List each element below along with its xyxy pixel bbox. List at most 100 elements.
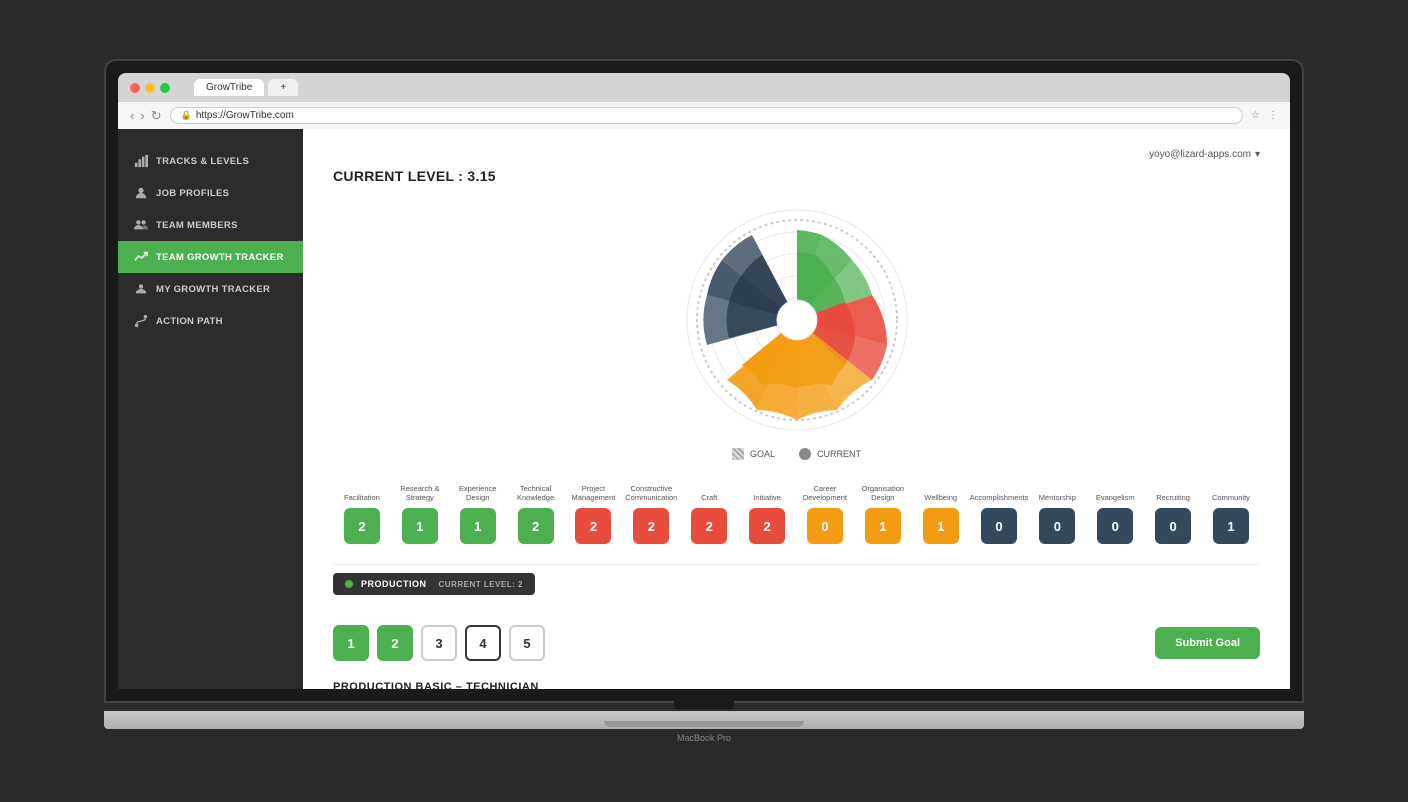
skill-badge[interactable]: 2 <box>633 508 669 544</box>
skill-badge[interactable]: 2 <box>518 508 554 544</box>
skills-section: Facilitation2Research & Strategy1Experie… <box>333 476 1260 544</box>
track-level-badge: CURRENT LEVEL: 2 <box>439 580 523 589</box>
content-section: PRODUCTION BASIC – TECHNICIAN Memahami c… <box>333 681 1260 689</box>
skill-label: Technical Knowledge <box>507 476 565 502</box>
skill-label: Community <box>1212 476 1250 502</box>
new-tab-button[interactable]: + <box>268 79 298 96</box>
skill-column: Research & Strategy 1 <box>391 476 449 544</box>
skill-badge[interactable]: 0 <box>1039 508 1075 544</box>
submit-goal-button[interactable]: Submit Goal <box>1155 627 1260 659</box>
skill-label: Recruiting <box>1156 476 1190 502</box>
skill-label: Organisation Design <box>854 476 912 502</box>
skill-badge[interactable]: 2 <box>749 508 785 544</box>
main-content: yoyo@lizard-apps.com ▾ CURRENT LEVEL : 3… <box>303 129 1290 689</box>
section-title: PRODUCTION BASIC – TECHNICIAN <box>333 681 1260 689</box>
level-button[interactable]: 2 <box>377 625 413 661</box>
skill-label: Experience Design <box>449 476 507 502</box>
reload-button[interactable]: ↻ <box>151 108 162 124</box>
level-button[interactable]: 5 <box>509 625 545 661</box>
page-title: CURRENT LEVEL : 3.15 <box>333 168 1260 184</box>
skill-label: Career Development <box>796 476 854 502</box>
skill-column: Craft 2 <box>680 476 738 544</box>
close-button[interactable] <box>130 83 140 93</box>
browser-content: TRACKS & LEVELS JOB PROFILES TEAM MEMBER… <box>118 129 1290 689</box>
skill-badge[interactable]: 0 <box>807 508 843 544</box>
legend-current: CURRENT <box>799 448 861 460</box>
current-dot <box>799 448 811 460</box>
skill-label: Mentorship <box>1039 476 1076 502</box>
skill-badge[interactable]: 0 <box>1155 508 1191 544</box>
minimize-button[interactable] <box>145 83 155 93</box>
level-button[interactable]: 1 <box>333 625 369 661</box>
skill-label: Project Management <box>565 476 623 502</box>
radar-svg <box>677 200 917 440</box>
tab-bar: GrowTribe + <box>194 79 1278 96</box>
skill-badge[interactable]: 1 <box>460 508 496 544</box>
browser-titlebar: GrowTribe + <box>118 73 1290 102</box>
skill-column: Accomplishments 0 <box>970 476 1029 544</box>
laptop-notch <box>674 701 734 709</box>
macbook-label: MacBook Pro <box>104 733 1304 743</box>
sidebar-item-my-growth-tracker[interactable]: MY GROWTH TRACKER <box>118 273 303 305</box>
sidebar-item-team-members[interactable]: TEAM MEMBERS <box>118 209 303 241</box>
level-buttons: 12345 Submit Goal <box>333 625 1260 661</box>
skill-column: Experience Design 1 <box>449 476 507 544</box>
lock-icon: 🔒 <box>181 110 192 121</box>
skill-badge[interactable]: 1 <box>402 508 438 544</box>
skill-label: Craft <box>701 476 717 502</box>
address-bar-row: ‹ › ↻ 🔒 https://GrowTribe.com ☆ ⋮ <box>118 102 1290 129</box>
maximize-button[interactable] <box>160 83 170 93</box>
sidebar-item-tracks-levels[interactable]: TRACKS & LEVELS <box>118 145 303 177</box>
sidebar-item-action-path[interactable]: ACTION PATH <box>118 305 303 337</box>
radar-chart <box>677 200 917 440</box>
skill-badge[interactable]: 0 <box>981 508 1017 544</box>
address-bar[interactable]: 🔒 https://GrowTribe.com <box>170 107 1243 124</box>
bookmark-icon[interactable]: ☆ <box>1251 110 1260 121</box>
chart-icon <box>134 154 148 168</box>
goal-dot <box>732 448 744 460</box>
level-button[interactable]: 4 <box>465 625 501 661</box>
back-button[interactable]: ‹ <box>130 108 134 124</box>
active-tab[interactable]: GrowTribe <box>194 79 264 96</box>
legend-goal: GOAL <box>732 448 775 460</box>
skill-column: Facilitation2 <box>333 476 391 544</box>
person-icon <box>134 186 148 200</box>
skill-column: Technical Knowledge 2 <box>507 476 565 544</box>
skill-label: Initiative <box>753 476 781 502</box>
level-button[interactable]: 3 <box>421 625 457 661</box>
skill-column: Project Management 2 <box>565 476 623 544</box>
legend: GOAL CURRENT <box>732 448 861 460</box>
sidebar-item-job-profiles[interactable]: JOB PROFILES <box>118 177 303 209</box>
skill-label: Accomplishments <box>970 476 1029 502</box>
skill-column: Community 1 <box>1202 476 1260 544</box>
gear-icon <box>134 282 148 296</box>
extensions-icon[interactable]: ⋮ <box>1268 110 1278 121</box>
skill-badge[interactable]: 1 <box>865 508 901 544</box>
sidebar: TRACKS & LEVELS JOB PROFILES TEAM MEMBER… <box>118 129 303 689</box>
skill-column: Recruiting 0 <box>1144 476 1202 544</box>
skill-badge[interactable]: 1 <box>1213 508 1249 544</box>
top-bar: yoyo@lizard-apps.com ▾ <box>333 149 1260 160</box>
skill-column: Organisation Design 1 <box>854 476 912 544</box>
divider <box>333 564 1260 565</box>
skill-label: Evangelism <box>1096 476 1135 502</box>
skill-badge[interactable]: 2 <box>691 508 727 544</box>
user-menu[interactable]: yoyo@lizard-apps.com ▾ <box>1149 149 1260 160</box>
trending-icon <box>134 250 148 264</box>
skill-label: Wellbeing <box>924 476 957 502</box>
chart-container: GOAL CURRENT <box>333 200 1260 460</box>
track-active-dot <box>345 580 353 588</box>
skill-badge[interactable]: 2 <box>575 508 611 544</box>
skill-column: Wellbeing 1 <box>912 476 970 544</box>
skill-column: Career Development 0 <box>796 476 854 544</box>
skill-column: Initiative 2 <box>738 476 796 544</box>
track-selector[interactable]: PRODUCTION CURRENT LEVEL: 2 <box>333 573 535 595</box>
forward-button[interactable]: › <box>140 108 144 124</box>
skill-badge[interactable]: 2 <box>344 508 380 544</box>
skill-badge[interactable]: 1 <box>923 508 959 544</box>
skill-label: Research & Strategy <box>391 476 449 502</box>
sidebar-item-team-growth-tracker[interactable]: TEAM GROWTH TRACKER <box>118 241 303 273</box>
skill-badge[interactable]: 0 <box>1097 508 1133 544</box>
skill-column: Constructive Communication2 <box>622 476 680 544</box>
skill-column: Evangelism 0 <box>1086 476 1144 544</box>
